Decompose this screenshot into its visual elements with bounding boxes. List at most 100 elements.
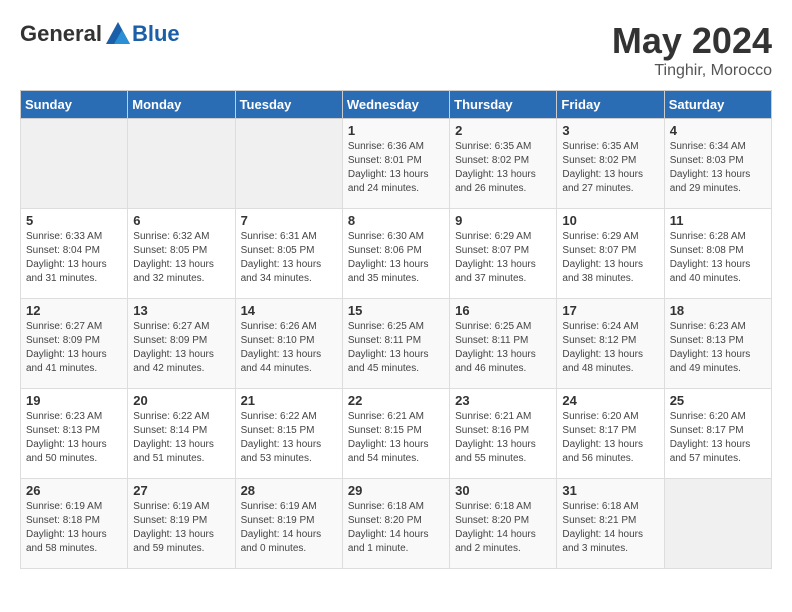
day-number: 2 xyxy=(455,123,551,138)
calendar-day-cell: 31Sunrise: 6:18 AM Sunset: 8:21 PM Dayli… xyxy=(557,479,664,569)
day-info: Sunrise: 6:23 AM Sunset: 8:13 PM Dayligh… xyxy=(26,410,122,466)
calendar-day-cell: 24 Sunrise: 6:20 AM Sunset: 8:17 PM Dayli… xyxy=(557,389,664,479)
calendar-day-cell: 14 Sunrise: 6:26 AM Sunset: 8:10 PM Dayli… xyxy=(235,299,342,389)
day-number: 29 xyxy=(348,483,444,498)
day-info: Sunrise: 6:29 AM Sunset: 8:07 PM Dayligh… xyxy=(455,230,551,286)
day-number: 18 xyxy=(670,303,766,318)
day-info: Sunrise: 6:32 AM Sunset: 8:05 PM Dayligh… xyxy=(133,230,229,286)
day-number: 3 xyxy=(562,123,658,138)
calendar-day-cell xyxy=(128,119,235,209)
calendar-day-cell: 22 Sunrise: 6:21 AM Sunset: 8:15 PM Dayli… xyxy=(342,389,449,479)
day-number: 28 xyxy=(241,483,337,498)
day-number: 23 xyxy=(455,393,551,408)
logo-icon xyxy=(104,20,132,48)
weekday-header-wednesday: Wednesday xyxy=(342,91,449,119)
day-number: 7 xyxy=(241,213,337,228)
day-info: Sunrise: 6:25 AM Sunset: 8:11 PM Dayligh… xyxy=(348,320,444,376)
logo-text-blue: Blue xyxy=(132,21,180,47)
day-number: 24 xyxy=(562,393,658,408)
month-year-title: May 2024 xyxy=(612,20,772,62)
calendar-day-cell: 18Sunrise: 6:23 AM Sunset: 8:13 PM Dayli… xyxy=(664,299,771,389)
day-number: 31 xyxy=(562,483,658,498)
calendar-day-cell: 30 Sunrise: 6:18 AM Sunset: 8:20 PM Dayli… xyxy=(450,479,557,569)
day-info: Sunrise: 6:22 AM Sunset: 8:15 PM Dayligh… xyxy=(241,410,337,466)
day-info: Sunrise: 6:18 AM Sunset: 8:20 PM Dayligh… xyxy=(455,500,551,556)
day-info: Sunrise: 6:20 AM Sunset: 8:17 PM Dayligh… xyxy=(670,410,766,466)
day-info: Sunrise: 6:34 AM Sunset: 8:03 PM Dayligh… xyxy=(670,140,766,196)
day-info: Sunrise: 6:22 AM Sunset: 8:14 PM Dayligh… xyxy=(133,410,229,466)
day-info: Sunrise: 6:36 AM Sunset: 8:01 PM Dayligh… xyxy=(348,140,444,196)
calendar-day-cell: 13Sunrise: 6:27 AM Sunset: 8:09 PM Dayli… xyxy=(128,299,235,389)
day-number: 30 xyxy=(455,483,551,498)
calendar-day-cell: 28 Sunrise: 6:19 AM Sunset: 8:19 PM Dayli… xyxy=(235,479,342,569)
day-number: 5 xyxy=(26,213,122,228)
day-number: 4 xyxy=(670,123,766,138)
calendar-day-cell: 8Sunrise: 6:30 AM Sunset: 8:06 PM Daylig… xyxy=(342,209,449,299)
day-number: 14 xyxy=(241,303,337,318)
day-number: 8 xyxy=(348,213,444,228)
logo-text-general: General xyxy=(20,21,102,47)
day-number: 16 xyxy=(455,303,551,318)
day-number: 25 xyxy=(670,393,766,408)
day-info: Sunrise: 6:33 AM Sunset: 8:04 PM Dayligh… xyxy=(26,230,122,286)
day-info: Sunrise: 6:28 AM Sunset: 8:08 PM Dayligh… xyxy=(670,230,766,286)
day-info: Sunrise: 6:26 AM Sunset: 8:10 PM Dayligh… xyxy=(241,320,337,376)
calendar-day-cell: 2 Sunrise: 6:35 AM Sunset: 8:02 PM Daylig… xyxy=(450,119,557,209)
calendar-week-row: 26 Sunrise: 6:19 AM Sunset: 8:18 PM Dayli… xyxy=(21,479,772,569)
day-number: 9 xyxy=(455,213,551,228)
day-number: 19 xyxy=(26,393,122,408)
weekday-header-sunday: Sunday xyxy=(21,91,128,119)
day-info: Sunrise: 6:35 AM Sunset: 8:02 PM Dayligh… xyxy=(455,140,551,196)
day-number: 13 xyxy=(133,303,229,318)
day-number: 20 xyxy=(133,393,229,408)
calendar-day-cell: 4 Sunrise: 6:34 AM Sunset: 8:03 PM Daylig… xyxy=(664,119,771,209)
day-info: Sunrise: 6:19 AM Sunset: 8:19 PM Dayligh… xyxy=(241,500,337,556)
calendar-day-cell: 16 Sunrise: 6:25 AM Sunset: 8:11 PM Dayli… xyxy=(450,299,557,389)
day-number: 10 xyxy=(562,213,658,228)
calendar-day-cell: 20 Sunrise: 6:22 AM Sunset: 8:14 PM Dayli… xyxy=(128,389,235,479)
calendar-day-cell xyxy=(235,119,342,209)
calendar-day-cell: 19 Sunrise: 6:23 AM Sunset: 8:13 PM Dayli… xyxy=(21,389,128,479)
day-number: 21 xyxy=(241,393,337,408)
calendar-day-cell: 6 Sunrise: 6:32 AM Sunset: 8:05 PM Daylig… xyxy=(128,209,235,299)
calendar-day-cell: 27Sunrise: 6:19 AM Sunset: 8:19 PM Dayli… xyxy=(128,479,235,569)
day-info: Sunrise: 6:19 AM Sunset: 8:18 PM Dayligh… xyxy=(26,500,122,556)
calendar-day-cell xyxy=(21,119,128,209)
calendar-table: SundayMondayTuesdayWednesdayThursdayFrid… xyxy=(20,90,772,569)
calendar-day-cell: 5 Sunrise: 6:33 AM Sunset: 8:04 PM Daylig… xyxy=(21,209,128,299)
day-info: Sunrise: 6:20 AM Sunset: 8:17 PM Dayligh… xyxy=(562,410,658,466)
weekday-header-saturday: Saturday xyxy=(664,91,771,119)
calendar-header-row: SundayMondayTuesdayWednesdayThursdayFrid… xyxy=(21,91,772,119)
calendar-day-cell: 9 Sunrise: 6:29 AM Sunset: 8:07 PM Daylig… xyxy=(450,209,557,299)
day-number: 22 xyxy=(348,393,444,408)
day-number: 27 xyxy=(133,483,229,498)
calendar-day-cell: 21 Sunrise: 6:22 AM Sunset: 8:15 PM Dayli… xyxy=(235,389,342,479)
weekday-header-thursday: Thursday xyxy=(450,91,557,119)
day-number: 6 xyxy=(133,213,229,228)
calendar-week-row: 19 Sunrise: 6:23 AM Sunset: 8:13 PM Dayli… xyxy=(21,389,772,479)
day-number: 12 xyxy=(26,303,122,318)
day-info: Sunrise: 6:31 AM Sunset: 8:05 PM Dayligh… xyxy=(241,230,337,286)
weekday-header-monday: Monday xyxy=(128,91,235,119)
day-info: Sunrise: 6:21 AM Sunset: 8:15 PM Dayligh… xyxy=(348,410,444,466)
day-info: Sunrise: 6:35 AM Sunset: 8:02 PM Dayligh… xyxy=(562,140,658,196)
location-subtitle: Tinghir, Morocco xyxy=(612,62,772,80)
weekday-header-tuesday: Tuesday xyxy=(235,91,342,119)
day-info: Sunrise: 6:25 AM Sunset: 8:11 PM Dayligh… xyxy=(455,320,551,376)
day-info: Sunrise: 6:24 AM Sunset: 8:12 PM Dayligh… xyxy=(562,320,658,376)
day-number: 15 xyxy=(348,303,444,318)
day-info: Sunrise: 6:18 AM Sunset: 8:20 PM Dayligh… xyxy=(348,500,444,556)
day-number: 17 xyxy=(562,303,658,318)
logo: General Blue xyxy=(20,20,180,48)
calendar-day-cell xyxy=(664,479,771,569)
day-number: 11 xyxy=(670,213,766,228)
day-number: 26 xyxy=(26,483,122,498)
calendar-day-cell: 11 Sunrise: 6:28 AM Sunset: 8:08 PM Dayli… xyxy=(664,209,771,299)
calendar-week-row: 5 Sunrise: 6:33 AM Sunset: 8:04 PM Daylig… xyxy=(21,209,772,299)
title-block: May 2024 Tinghir, Morocco xyxy=(612,20,772,80)
day-number: 1 xyxy=(348,123,444,138)
day-info: Sunrise: 6:27 AM Sunset: 8:09 PM Dayligh… xyxy=(26,320,122,376)
day-info: Sunrise: 6:21 AM Sunset: 8:16 PM Dayligh… xyxy=(455,410,551,466)
calendar-day-cell: 26 Sunrise: 6:19 AM Sunset: 8:18 PM Dayli… xyxy=(21,479,128,569)
calendar-week-row: 1 Sunrise: 6:36 AM Sunset: 8:01 PM Daylig… xyxy=(21,119,772,209)
